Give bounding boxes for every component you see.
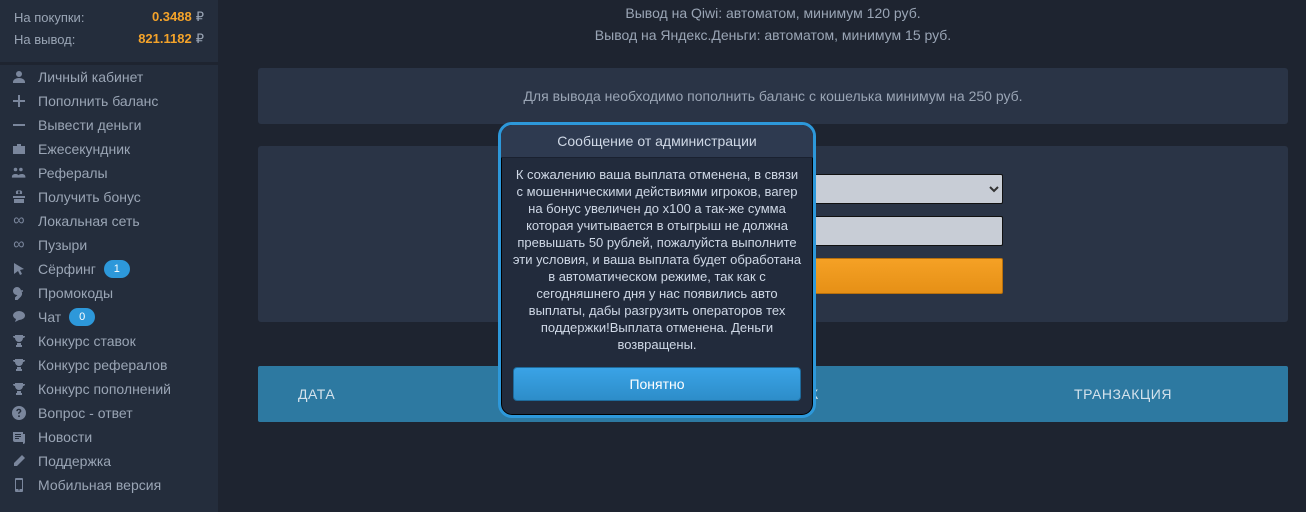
sidebar-badge: 1 <box>104 260 130 278</box>
pencil-icon <box>10 452 28 470</box>
chat-icon <box>10 308 28 326</box>
modal-title: Сообщение от администрации <box>501 125 813 158</box>
balance-box: На покупки: 0.3488₽ На вывод: 821.1182₽ <box>0 0 218 65</box>
sidebar-item-label: Конкурс рефералов <box>38 357 167 373</box>
trophy-icon <box>10 332 28 350</box>
sidebar-item-8[interactable]: Сёрфинг 1 <box>0 257 218 281</box>
gamepad-icon: ∞ <box>10 236 28 254</box>
sidebar-item-2[interactable]: Вывести деньги <box>0 113 218 137</box>
news-icon <box>10 428 28 446</box>
sidebar-item-1[interactable]: Пополнить баланс <box>0 89 218 113</box>
sidebar-item-10[interactable]: Чат 0 <box>0 305 218 329</box>
sidebar-item-6[interactable]: ∞ Локальная сеть <box>0 209 218 233</box>
sidebar-item-label: Пузыри <box>38 237 87 253</box>
sidebar-item-label: Мобильная версия <box>38 477 161 493</box>
plus-icon <box>10 92 28 110</box>
sidebar-item-label: Вывести деньги <box>38 117 142 133</box>
sidebar-item-label: Вопрос - ответ <box>38 405 133 421</box>
payout-info-qiwi: Вывод на Qiwi: автоматом, минимум 120 ру… <box>258 2 1288 24</box>
sidebar-badge: 0 <box>69 308 95 326</box>
sidebar-item-17[interactable]: Мобильная версия <box>0 473 218 497</box>
sidebar-item-label: Конкурс ставок <box>38 333 136 349</box>
sidebar-item-16[interactable]: Поддержка <box>0 449 218 473</box>
admin-message-modal: Сообщение от администрации К сожалению в… <box>498 122 816 418</box>
sidebar-item-13[interactable]: Конкурс пополнений <box>0 377 218 401</box>
balance-withdraw-label: На вывод: <box>14 32 75 47</box>
sidebar-item-label: Личный кабинет <box>38 69 143 85</box>
sidebar-item-11[interactable]: Конкурс ставок <box>0 329 218 353</box>
sidebar-item-label: Конкурс пополнений <box>38 381 171 397</box>
minus-icon <box>10 116 28 134</box>
trophy-icon <box>10 380 28 398</box>
sidebar-item-4[interactable]: Рефералы <box>0 161 218 185</box>
key-icon <box>10 284 28 302</box>
sidebar-item-3[interactable]: Ежесекундник <box>0 137 218 161</box>
modal-body: К сожалению ваша выплата отменена, в свя… <box>501 158 813 367</box>
mobile-icon <box>10 476 28 494</box>
sidebar-item-9[interactable]: Промокоды <box>0 281 218 305</box>
sidebar-item-label: Промокоды <box>38 285 113 301</box>
sidebar-item-label: Ежесекундник <box>38 141 130 157</box>
sidebar-item-label: Рефералы <box>38 165 108 181</box>
balance-purchases-label: На покупки: <box>14 10 84 25</box>
modal-ok-button[interactable]: Понятно <box>513 367 801 401</box>
sidebar-item-label: Локальная сеть <box>38 213 140 229</box>
sidebar-item-label: Новости <box>38 429 92 445</box>
sidebar-item-7[interactable]: ∞ Пузыри <box>0 233 218 257</box>
sidebar-item-label: Получить бонус <box>38 189 141 205</box>
th-transaction: ТРАНЗАКЦИЯ <box>958 386 1288 402</box>
gamepad-icon: ∞ <box>10 212 28 230</box>
cursor-icon <box>10 260 28 278</box>
sidebar-item-12[interactable]: Конкурс рефералов <box>0 353 218 377</box>
payout-info-yandex: Вывод на Яндекс.Деньги: автоматом, миним… <box>258 24 1288 46</box>
sidebar: На покупки: 0.3488₽ На вывод: 821.1182₽ … <box>0 0 218 512</box>
sidebar-item-label: Сёрфинг <box>38 261 96 277</box>
trophy-icon <box>10 356 28 374</box>
sidebar-item-label: Пополнить баланс <box>38 93 158 109</box>
sidebar-item-label: Чат <box>38 309 61 325</box>
sidebar-item-0[interactable]: Личный кабинет <box>0 65 218 89</box>
gift-icon <box>10 188 28 206</box>
sidebar-item-5[interactable]: Получить бонус <box>0 185 218 209</box>
sidebar-item-15[interactable]: Новости <box>0 425 218 449</box>
user-icon <box>10 68 28 86</box>
sidebar-item-label: Поддержка <box>38 453 111 469</box>
case-icon <box>10 140 28 158</box>
help-icon <box>10 404 28 422</box>
sidebar-item-14[interactable]: Вопрос - ответ <box>0 401 218 425</box>
refs-icon <box>10 164 28 182</box>
min-deposit-notice: Для вывода необходимо пополнить баланс с… <box>258 68 1288 124</box>
balance-purchases-value: 0.3488₽ <box>152 9 204 25</box>
balance-withdraw-value: 821.1182₽ <box>138 31 204 47</box>
